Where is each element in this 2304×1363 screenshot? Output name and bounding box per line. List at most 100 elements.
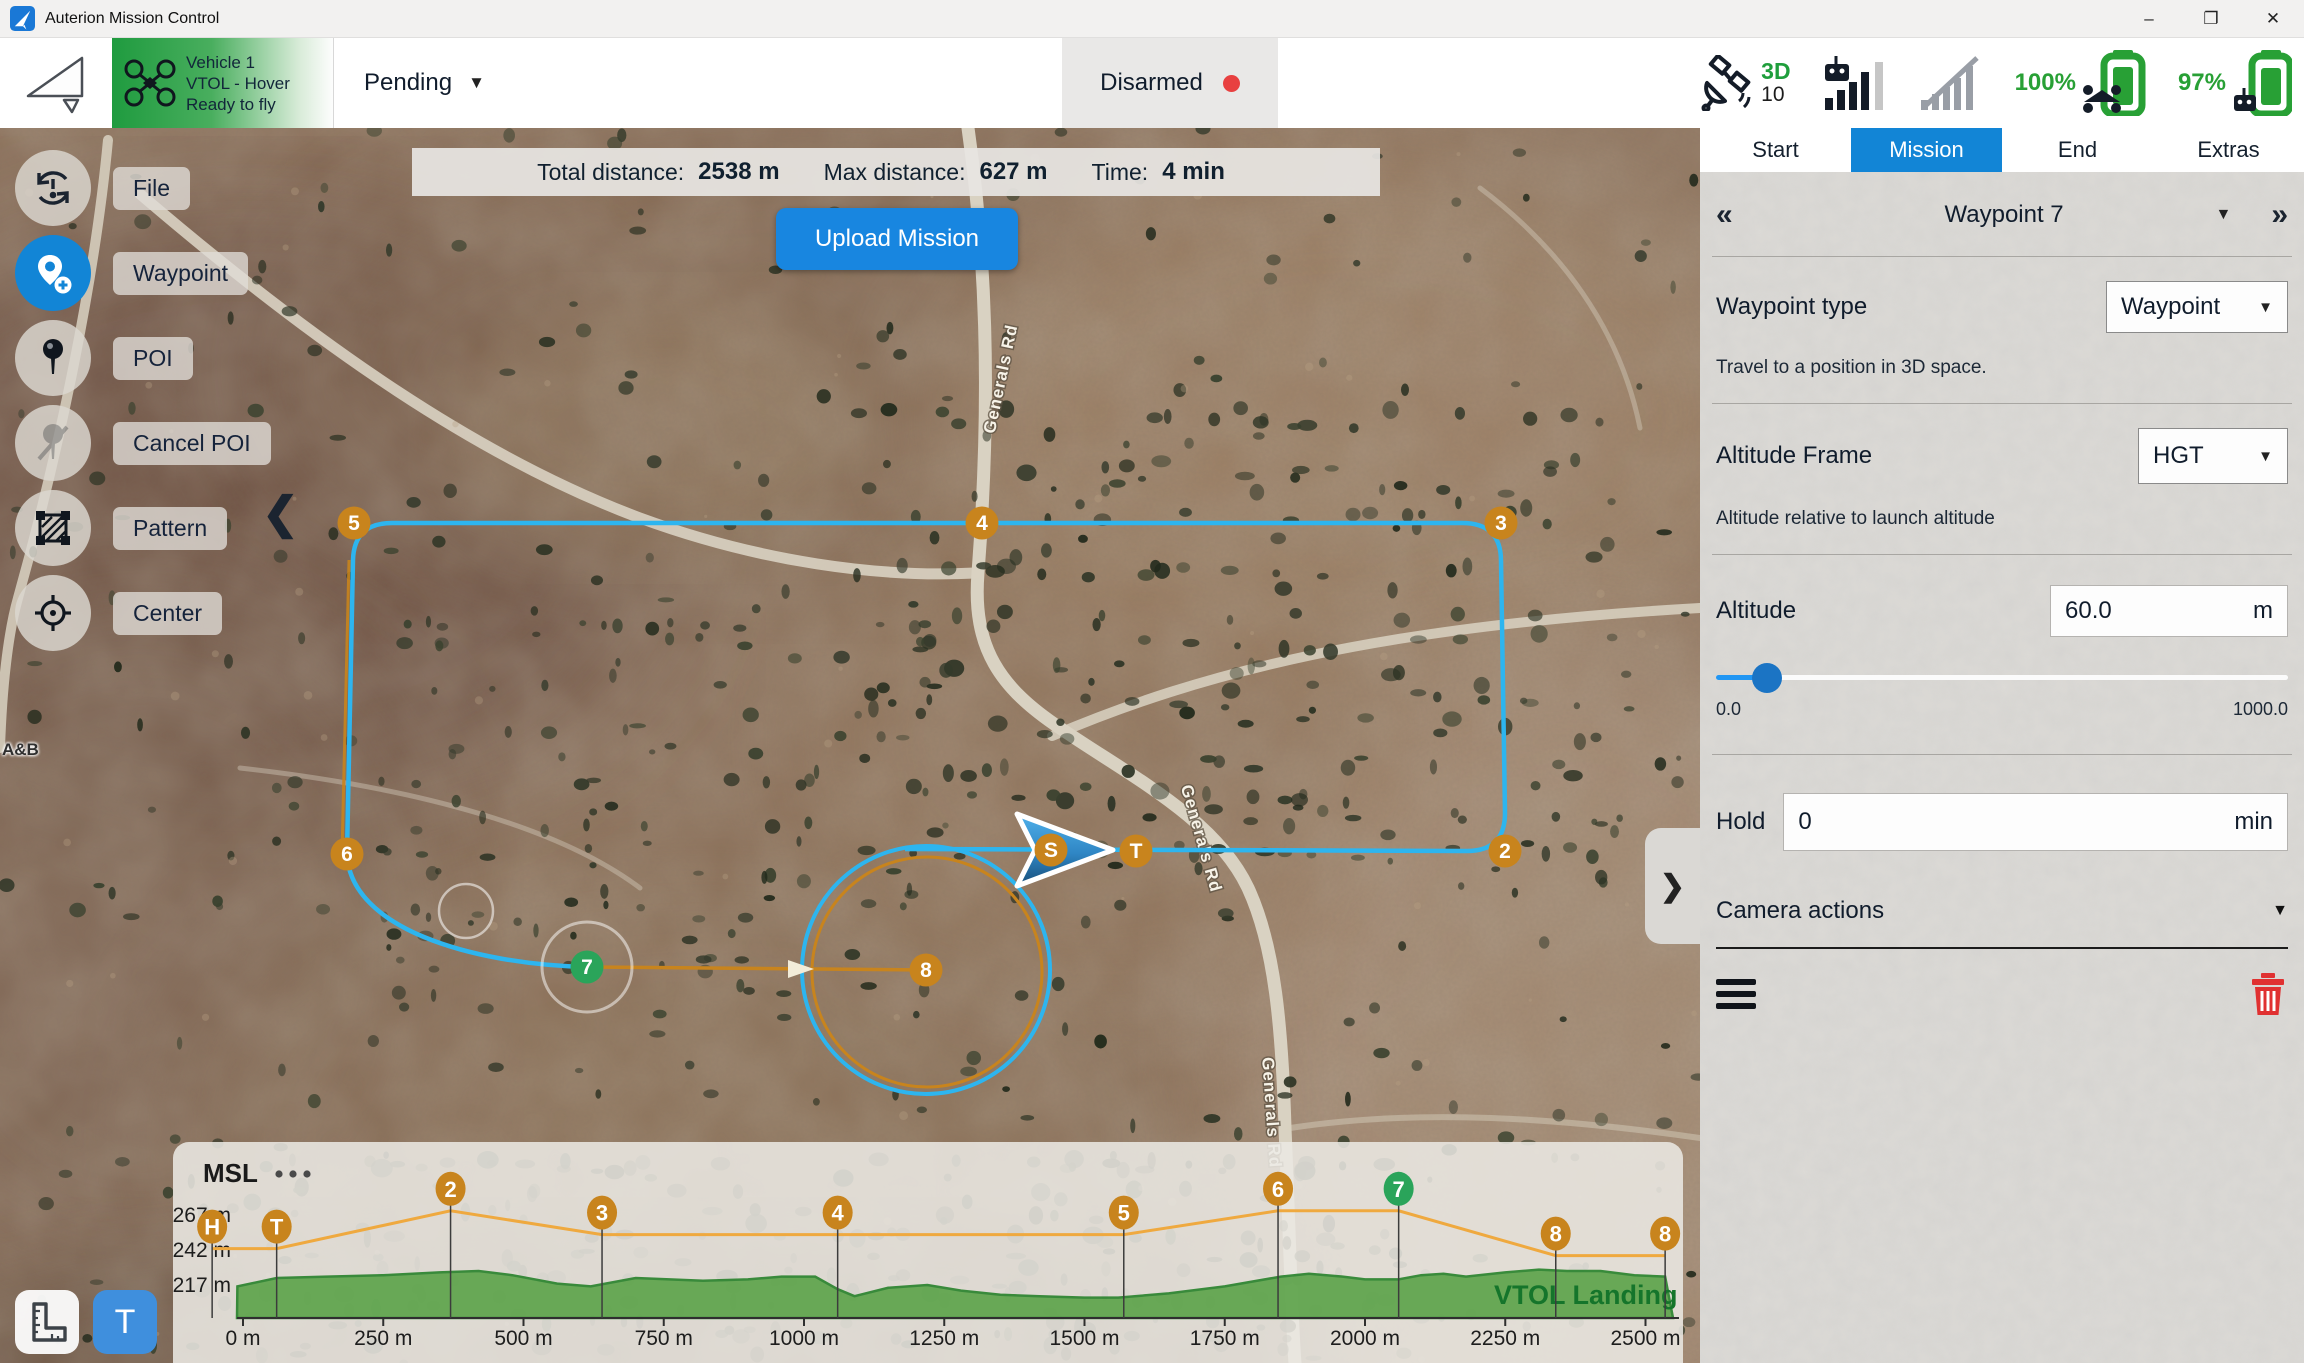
tool-cancel-poi-label[interactable]: Cancel POI: [113, 422, 271, 465]
vehicle-battery-percent: 100%: [2015, 69, 2076, 97]
chevron-down-icon[interactable]: ▼: [2215, 206, 2231, 224]
elevation-marker-label: 5: [1118, 1201, 1130, 1226]
altitude-line: [212, 1211, 1665, 1256]
poi-pin-icon[interactable]: [15, 320, 91, 396]
paper-plane-icon: [24, 52, 88, 114]
x-tick-label: 1250 m: [909, 1327, 979, 1350]
center-crosshair-icon[interactable]: [15, 575, 91, 651]
hold-input[interactable]: 0 min: [1783, 793, 2288, 851]
maximize-button[interactable]: ❐: [2180, 0, 2242, 37]
cancel-poi-icon: [15, 405, 91, 481]
chart-title: MSL: [203, 1158, 258, 1188]
vehicle-battery-status[interactable]: 100%: [2015, 50, 2146, 116]
divider: [1712, 754, 2292, 755]
mission-editor-panel: Start Mission End Extras « Waypoint 7 ▼ …: [1700, 128, 2304, 1363]
chevron-down-icon: ▼: [468, 73, 485, 93]
close-button[interactable]: ✕: [2242, 0, 2304, 37]
slider-max-label: 1000.0: [2233, 699, 2288, 720]
reorder-handle-icon[interactable]: [1716, 973, 1756, 1015]
gps-status[interactable]: 3D 10: [1699, 55, 1790, 111]
arm-state-label: Disarmed: [1100, 69, 1203, 97]
tool-waypoint[interactable]: Waypoint: [15, 235, 248, 311]
time-label: Time:: [1092, 159, 1149, 186]
camera-actions-row[interactable]: Camera actions ▼: [1716, 897, 2288, 925]
terrain-toggle-button[interactable]: T: [93, 1290, 157, 1354]
tool-poi[interactable]: POI: [15, 320, 193, 396]
tab-extras[interactable]: Extras: [2153, 128, 2304, 172]
waypoint-type-value: Waypoint: [2121, 293, 2220, 321]
tool-waypoint-label[interactable]: Waypoint: [113, 252, 248, 295]
panel-tabs: Start Mission End Extras: [1700, 128, 2304, 172]
rc-signal-icon: [1823, 54, 1887, 112]
x-tick-label: 2000 m: [1330, 1327, 1400, 1350]
waypoint-type-description: Travel to a position in 3D space.: [1716, 357, 2288, 379]
satellite-map[interactable]: Generals RdGenerals RdGenerals RdGeneral…: [0, 128, 1700, 1363]
minimize-button[interactable]: –: [2118, 0, 2180, 37]
map-waypoint-label: 6: [341, 843, 353, 866]
expand-panel-chevron[interactable]: ❯: [1645, 828, 1700, 944]
altitude-input[interactable]: 60.0 m: [2050, 585, 2288, 637]
map-waypoint-label: T: [1130, 840, 1143, 863]
title-bar: Auterion Mission Control – ❐ ✕: [0, 0, 2304, 38]
plane-mode-button[interactable]: [0, 38, 112, 128]
ruler-icon: [26, 1301, 68, 1343]
tool-pattern[interactable]: Pattern: [15, 490, 227, 566]
chart-options-dots[interactable]: [303, 1170, 310, 1177]
tool-center[interactable]: Center: [15, 575, 222, 651]
rc-battery-status[interactable]: 97%: [2178, 50, 2292, 116]
auterion-mission-control-window: Auterion Mission Control – ❐ ✕: [0, 0, 2304, 1363]
gps-satellite-count: 10: [1761, 83, 1790, 107]
elevation-marker-label: 4: [832, 1201, 845, 1226]
vehicle-card[interactable]: Vehicle 1 VTOL - Hover Ready to fly: [112, 38, 334, 128]
waypoint-selector[interactable]: Waypoint 7: [1733, 201, 2276, 229]
altitude-slider[interactable]: [1716, 663, 2288, 691]
waypoint-type-select[interactable]: Waypoint ▼: [2106, 281, 2288, 333]
tool-file-label[interactable]: File: [113, 167, 190, 210]
x-tick-label: 500 m: [494, 1327, 552, 1350]
y-tick-label: 217 m: [173, 1274, 231, 1297]
slider-track[interactable]: [1716, 675, 2288, 680]
delete-waypoint-button[interactable]: [2248, 971, 2288, 1017]
armed-status-dot: [1223, 75, 1240, 92]
telemetry-signal-status[interactable]: [1919, 54, 1983, 112]
chart-options-dots[interactable]: [275, 1170, 282, 1177]
map-waypoint-label: 8: [920, 959, 932, 982]
tool-center-label[interactable]: Center: [113, 592, 222, 635]
tool-poi-label[interactable]: POI: [113, 337, 193, 380]
vtol-landing-annotation: VTOL Landing: [1494, 1280, 1678, 1310]
next-waypoint-button[interactable]: »: [2271, 198, 2288, 232]
chart-options-dots[interactable]: [289, 1170, 296, 1177]
prev-waypoint-button[interactable]: «: [1716, 198, 1733, 232]
elevation-marker-label: 3: [596, 1201, 608, 1226]
tool-cancel-poi[interactable]: Cancel POI: [15, 405, 271, 481]
altitude-frame-description: Altitude relative to launch altitude: [1716, 508, 2288, 530]
waypoint-type-label: Waypoint type: [1716, 293, 1867, 321]
gps-fix-type: 3D: [1761, 59, 1790, 83]
app-logo-icon: [10, 6, 35, 31]
tab-end[interactable]: End: [2002, 128, 2153, 172]
slider-min-label: 0.0: [1716, 699, 1741, 720]
file-sync-icon[interactable]: [15, 150, 91, 226]
x-tick-label: 750 m: [635, 1327, 693, 1350]
tool-pattern-label[interactable]: Pattern: [113, 507, 227, 550]
rc-signal-status[interactable]: [1823, 54, 1887, 112]
tab-start[interactable]: Start: [1700, 128, 1851, 172]
panel-content: « Waypoint 7 ▼ » Waypoint type Waypoint …: [1700, 172, 2304, 1017]
waypoint-pin-icon[interactable]: [15, 235, 91, 311]
slider-thumb[interactable]: [1752, 663, 1782, 693]
tab-mission[interactable]: Mission: [1851, 128, 2002, 172]
road-label-ab: A&B: [2, 740, 39, 760]
elevation-marker-label: T: [270, 1215, 284, 1240]
tool-file[interactable]: File: [15, 150, 190, 226]
mission-state-dropdown[interactable]: Pending ▼: [334, 38, 525, 128]
altitude-label: Altitude: [1716, 597, 1796, 625]
altitude-frame-select[interactable]: HGT ▼: [2138, 428, 2288, 484]
elevation-marker-label: 7: [1393, 1177, 1405, 1202]
terrain-toggle-label: T: [115, 1303, 136, 1342]
pattern-icon[interactable]: [15, 490, 91, 566]
measure-button[interactable]: [15, 1290, 79, 1354]
elevation-profile-panel[interactable]: 0 m250 m500 m750 m1000 m1250 m1500 m1750…: [173, 1142, 1683, 1363]
collapse-tools-chevron[interactable]: ❮: [262, 488, 299, 539]
upload-mission-button[interactable]: Upload Mission: [776, 208, 1018, 270]
arm-state-button[interactable]: Disarmed: [1062, 38, 1278, 128]
